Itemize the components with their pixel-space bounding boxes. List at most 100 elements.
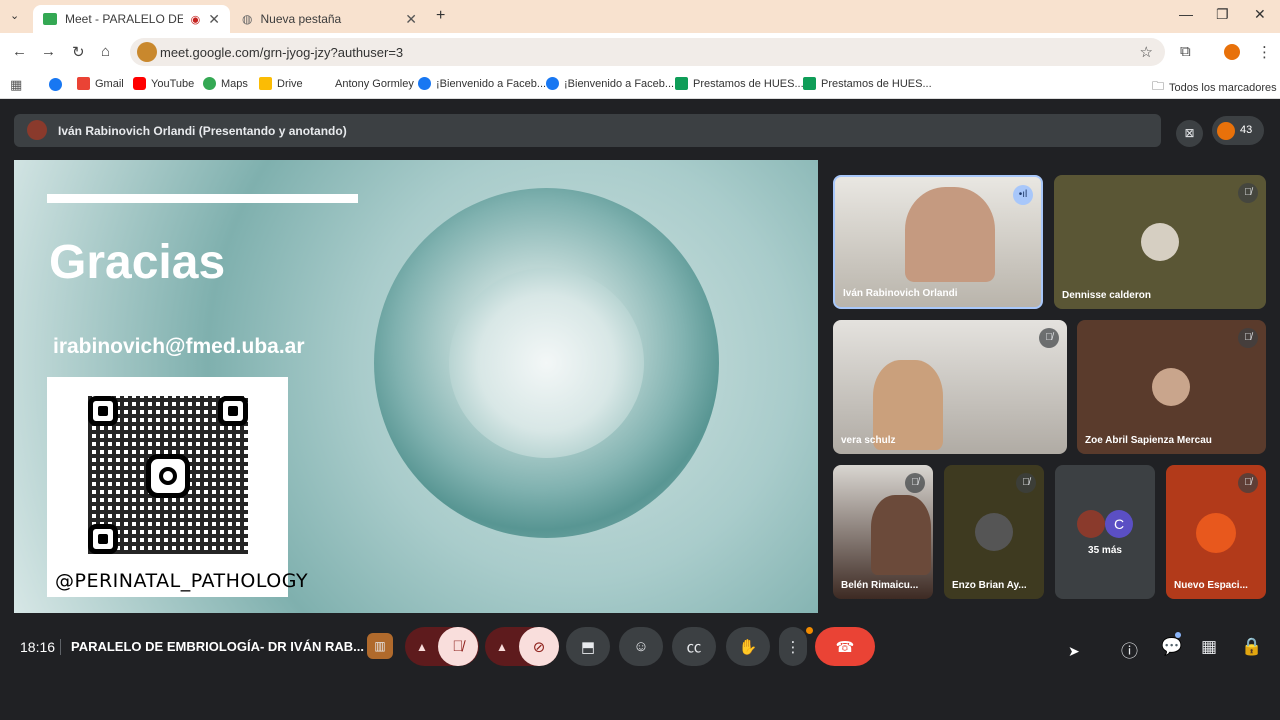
raise-hand-button[interactable]: ✋: [726, 627, 770, 666]
menu-icon[interactable]: ⋮: [1257, 43, 1272, 61]
muted-mic-icon: 🎙̸: [905, 473, 925, 493]
facebook-icon[interactable]: [49, 78, 62, 91]
participant-avatar: [1196, 513, 1236, 553]
muted-mic-icon: 🎙̸: [1238, 473, 1258, 493]
restore-icon[interactable]: ❐: [1216, 6, 1229, 23]
title-separator: [60, 639, 61, 655]
participant-tile[interactable]: 🎙̸ Nuevo Espaci...: [1166, 465, 1266, 599]
sheets-icon: [675, 77, 688, 90]
notification-dot: [806, 627, 813, 634]
more-options-button[interactable]: ⋮: [779, 627, 807, 666]
address-bar[interactable]: meet.google.com/grn-jyog-jzy?authuser=3 …: [130, 38, 1165, 66]
presenter-banner: Iván Rabinovich Orlandi (Presentando y a…: [14, 114, 1161, 147]
participant-tile[interactable]: 🎙̸ Belén Rimaicu...: [833, 465, 933, 599]
captions-button[interactable]: ㏄: [672, 627, 716, 666]
slide-accent-bar: [47, 194, 358, 203]
participant-tile[interactable]: 🎙̸ Zoe Abril Sapienza Mercau: [1077, 320, 1266, 454]
participant-avatar: [1077, 510, 1105, 538]
participant-tile[interactable]: 🎙̸ Enzo Brian Ay...: [944, 465, 1044, 599]
tab-meet[interactable]: Meet - PARALELO DE EMBRIO ◉ ✕: [33, 5, 230, 33]
presentation-slide[interactable]: Gracias irabinovich@fmed.uba.ar @PERINAT…: [14, 160, 818, 613]
minimize-icon[interactable]: —: [1179, 6, 1193, 22]
participant-tile[interactable]: •ıl Iván Rabinovich Orlandi: [833, 175, 1043, 309]
camera-off-button[interactable]: ⊘: [519, 627, 559, 666]
all-bookmarks[interactable]: 🗀 Todos los marcadores: [1152, 77, 1277, 98]
chat-notification-dot: [1175, 632, 1181, 638]
sheets-icon: [803, 77, 816, 90]
close-tab-icon[interactable]: ✕: [405, 11, 417, 28]
meeting-time: 18:16: [20, 639, 56, 655]
close-window-icon[interactable]: ✕: [1254, 6, 1266, 23]
tab-search-icon[interactable]: ⌄: [10, 9, 19, 22]
participant-avatars: [1217, 122, 1235, 140]
more-participants-label: 35 más: [1088, 545, 1122, 556]
participant-name: Enzo Brian Ay...: [952, 580, 1027, 591]
apps-icon[interactable]: ▦: [10, 77, 22, 93]
more-vert-icon: ⋮: [785, 638, 801, 656]
tab-new[interactable]: ◍ Nueva pestaña ✕: [232, 5, 427, 33]
home-icon[interactable]: ⌂: [101, 43, 110, 60]
bookmark-antony-gormley[interactable]: Antony Gormley: [317, 77, 414, 90]
present-screen-icon: ⬒: [580, 638, 596, 656]
chevron-up-icon: ▲: [496, 639, 508, 654]
instagram-icon: [146, 454, 190, 498]
activities-icon[interactable]: ▦: [1201, 637, 1217, 657]
muted-mic-icon: 🎙̸: [1238, 183, 1258, 203]
participant-avatar: [1152, 368, 1190, 406]
bookmark-facebook-2[interactable]: ¡Bienvenido a Faceb...: [546, 77, 674, 90]
speaking-indicator-icon: •ıl: [1013, 185, 1033, 205]
meeting-title: PARALELO DE EMBRIOLOGÍA- DR IVÁN RAB...: [71, 639, 364, 654]
meet-area: Iván Rabinovich Orlandi (Presentando y a…: [0, 100, 1280, 720]
profile-avatar[interactable]: [1224, 44, 1240, 60]
new-tab-button[interactable]: +: [436, 7, 445, 25]
participant-name: Dennisse calderon: [1062, 290, 1151, 301]
tab-title: Nueva pestaña: [260, 12, 342, 26]
forward-icon[interactable]: →: [41, 43, 56, 60]
muted-mic-icon: 🎙̸: [1238, 328, 1258, 348]
bookmark-gmail[interactable]: Gmail: [77, 77, 124, 90]
bookmark-youtube[interactable]: YouTube: [133, 77, 194, 90]
captions-icon: ㏄: [686, 639, 702, 656]
bookmark-prestamos-2[interactable]: Prestamos de HUES...: [803, 77, 932, 90]
bookmark-facebook-1[interactable]: ¡Bienvenido a Faceb...: [418, 77, 546, 90]
mic-off-button[interactable]: 🎙̸: [438, 627, 478, 666]
star-icon[interactable]: ☆: [1140, 43, 1153, 61]
qr-finder: [88, 396, 118, 426]
qr-finder: [218, 396, 248, 426]
presenter-banner-text: Iván Rabinovich Orlandi (Presentando y a…: [58, 123, 347, 138]
close-tab-icon[interactable]: ✕: [208, 11, 220, 28]
facebook-icon: [546, 77, 559, 90]
chevron-up-icon: ▲: [416, 639, 428, 654]
reactions-button[interactable]: ☺: [619, 627, 663, 666]
participant-avatar: [1141, 223, 1179, 261]
qr-caption: @PERINATAL_PATHOLOGY: [55, 570, 309, 592]
folder-icon: 🗀: [1152, 79, 1165, 93]
bookmark-drive[interactable]: Drive: [259, 77, 303, 90]
bookmark-maps[interactable]: Maps: [203, 77, 248, 90]
companion-button[interactable]: ▥: [367, 633, 393, 659]
participant-tile[interactable]: 🎙̸ vera schulz: [833, 320, 1067, 454]
leave-call-button[interactable]: ☎: [815, 627, 875, 666]
participant-name: Iván Rabinovich Orlandi: [843, 288, 958, 299]
participant-video: [871, 495, 931, 575]
participant-tile[interactable]: 🎙̸ Dennisse calderon: [1054, 175, 1266, 309]
recording-icon: ◉: [190, 13, 201, 26]
hide-presentation-icon[interactable]: ⊠: [1176, 120, 1203, 147]
present-button[interactable]: ⬒: [566, 627, 610, 666]
bookmark-prestamos-1[interactable]: Prestamos de HUES...: [675, 77, 804, 90]
more-participants-tile[interactable]: C 35 más: [1055, 465, 1155, 599]
info-icon[interactable]: ⓘ: [1121, 637, 1138, 662]
host-controls-icon[interactable]: 🔒: [1241, 637, 1262, 657]
participant-name: Nuevo Espaci...: [1174, 580, 1248, 591]
url-text: meet.google.com/grn-jyog-jzy?authuser=3: [160, 44, 404, 60]
participants-button[interactable]: 43: [1212, 116, 1264, 145]
maps-icon: [203, 77, 216, 90]
hand-icon: ✋: [738, 638, 758, 656]
extensions-icon[interactable]: ⧉: [1180, 43, 1191, 60]
back-icon[interactable]: ←: [12, 43, 27, 60]
reload-icon[interactable]: ↻: [72, 43, 85, 61]
mic-site-icon[interactable]: [137, 42, 157, 62]
facebook-icon: [418, 77, 431, 90]
chat-icon[interactable]: 💬: [1161, 637, 1182, 657]
embryo-nucleus-image: [449, 268, 644, 458]
